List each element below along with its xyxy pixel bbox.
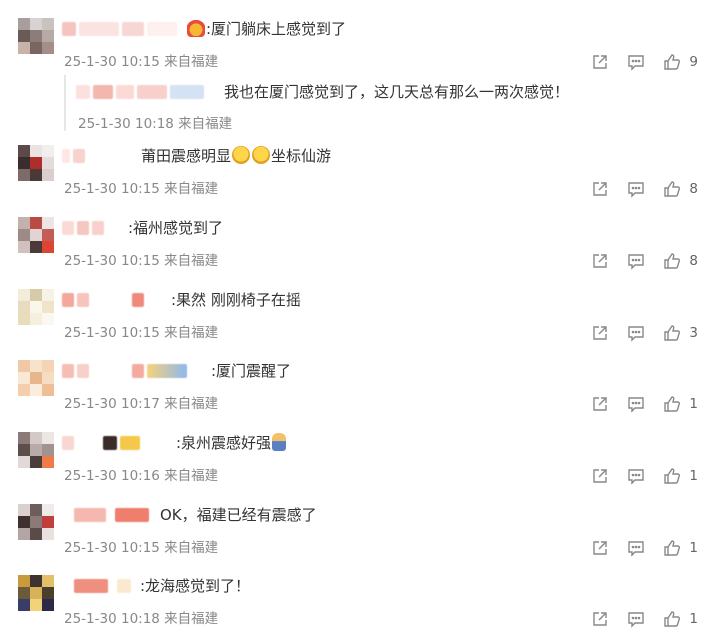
share-icon[interactable] bbox=[591, 467, 609, 485]
avatar[interactable] bbox=[18, 432, 54, 468]
share-icon[interactable] bbox=[591, 324, 609, 342]
thumbs-up-icon[interactable] bbox=[663, 539, 681, 557]
laughing-emoji-icon bbox=[232, 146, 251, 164]
comment-text: :泉州震感好强 bbox=[176, 432, 287, 454]
comment-icon[interactable] bbox=[627, 610, 645, 628]
like-count: 1 bbox=[689, 468, 698, 484]
laughing-emoji-icon bbox=[252, 146, 271, 164]
reply-item: 我也在厦门感觉到了，这几天总有那么一两次感觉！ 25-1-30 10:18 来自… bbox=[64, 75, 700, 132]
comment-icon[interactable] bbox=[627, 395, 645, 413]
avatar[interactable] bbox=[18, 289, 54, 325]
comment-text: :福州感觉到了 bbox=[128, 219, 224, 237]
comment-actions: 9 bbox=[591, 51, 698, 73]
thumbs-up-icon[interactable] bbox=[663, 467, 681, 485]
comment-icon[interactable] bbox=[627, 539, 645, 557]
avatar[interactable] bbox=[18, 18, 54, 54]
comment-icon[interactable] bbox=[627, 467, 645, 485]
avatar[interactable] bbox=[18, 575, 54, 611]
like-count: 1 bbox=[689, 611, 698, 627]
avatar[interactable] bbox=[18, 360, 54, 396]
username[interactable] bbox=[62, 432, 143, 454]
like-count: 9 bbox=[689, 54, 698, 70]
share-icon[interactable] bbox=[591, 180, 609, 198]
comment-list: :厦门躺床上感觉到了 25-1-30 10:15 来自福建 9 我也在厦门感觉到… bbox=[0, 0, 718, 643]
username[interactable] bbox=[62, 289, 147, 311]
comment-text: :厦门震醒了 bbox=[211, 362, 292, 380]
comment-meta: 25-1-30 10:15 来自福建 bbox=[64, 181, 219, 197]
comment-meta: 25-1-30 10:15 来自福建 bbox=[64, 325, 219, 341]
avatar[interactable] bbox=[18, 217, 54, 253]
reply-meta: 25-1-30 10:18 来自福建 bbox=[78, 116, 233, 132]
comment-meta: 25-1-30 10:15 来自福建 bbox=[64, 540, 219, 556]
thumbs-up-icon[interactable] bbox=[663, 252, 681, 270]
comment-meta: 25-1-30 10:16 来自福建 bbox=[64, 468, 219, 484]
username[interactable] bbox=[62, 504, 152, 526]
comment-meta: 25-1-30 10:15 来自福建 bbox=[64, 54, 219, 70]
comment-icon[interactable] bbox=[627, 252, 645, 270]
share-icon[interactable] bbox=[591, 252, 609, 270]
thumbs-up-icon[interactable] bbox=[663, 610, 681, 628]
comment-text: OK，福建已经有震感了 bbox=[160, 506, 317, 524]
comment-text: :厦门躺床上感觉到了 bbox=[186, 18, 346, 40]
thumbs-up-icon[interactable] bbox=[663, 395, 681, 413]
comment-text: 莆田震感明显 坐标仙游 bbox=[141, 146, 332, 165]
reply-username[interactable] bbox=[76, 81, 207, 103]
like-count: 1 bbox=[689, 540, 698, 556]
like-count: 8 bbox=[689, 181, 698, 197]
share-icon[interactable] bbox=[591, 539, 609, 557]
avatar[interactable] bbox=[18, 504, 54, 540]
username[interactable] bbox=[62, 145, 88, 167]
username[interactable] bbox=[62, 575, 134, 597]
share-icon[interactable] bbox=[591, 53, 609, 71]
person-emoji-icon bbox=[272, 433, 287, 451]
like-count: 3 bbox=[689, 325, 698, 341]
comment-meta: 25-1-30 10:18 来自福建 bbox=[64, 611, 219, 627]
comment-actions: 1 bbox=[591, 393, 698, 415]
comment-actions: 8 bbox=[591, 250, 698, 272]
comment-meta: 25-1-30 10:15 来自福建 bbox=[64, 253, 219, 269]
username[interactable] bbox=[62, 217, 107, 239]
comment-text: :龙海感觉到了！ bbox=[140, 577, 251, 595]
comment-actions: 1 bbox=[591, 537, 698, 559]
avatar[interactable] bbox=[18, 145, 54, 181]
like-count: 1 bbox=[689, 396, 698, 412]
comment-icon[interactable] bbox=[627, 53, 645, 71]
like-count: 8 bbox=[689, 253, 698, 269]
thumbs-up-icon[interactable] bbox=[663, 324, 681, 342]
thumbs-up-icon[interactable] bbox=[663, 180, 681, 198]
comment-icon[interactable] bbox=[627, 180, 645, 198]
username[interactable] bbox=[62, 360, 190, 382]
comment-actions: 1 bbox=[591, 465, 698, 487]
thumbs-up-icon[interactable] bbox=[663, 53, 681, 71]
comment-actions: 1 bbox=[591, 608, 698, 630]
share-icon[interactable] bbox=[591, 610, 609, 628]
reply-text: 我也在厦门感觉到了，这几天总有那么一两次感觉！ bbox=[224, 83, 570, 101]
comment-meta: 25-1-30 10:17 来自福建 bbox=[64, 396, 219, 412]
comment-text: :果然 刚刚椅子在摇 bbox=[171, 291, 301, 309]
comment-actions: 8 bbox=[591, 178, 698, 200]
comment-actions: 3 bbox=[591, 322, 698, 344]
crown-emoji-icon bbox=[187, 19, 205, 37]
share-icon[interactable] bbox=[591, 395, 609, 413]
comment-icon[interactable] bbox=[627, 324, 645, 342]
username[interactable] bbox=[62, 18, 180, 40]
